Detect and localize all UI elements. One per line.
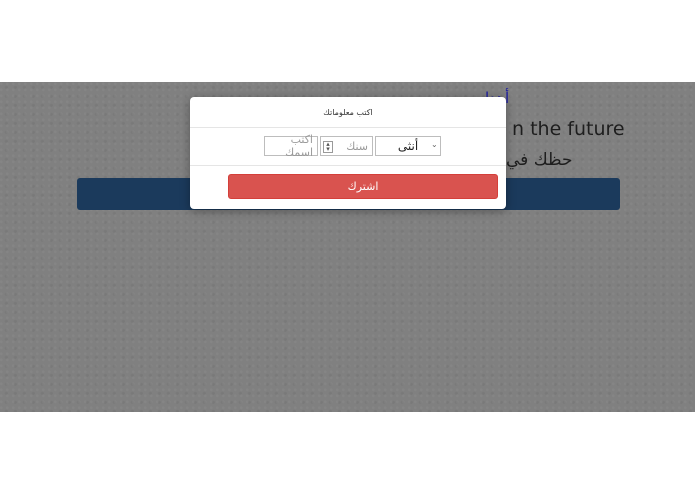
background-subheading: حظك في [506, 150, 573, 170]
age-input[interactable]: سنك ▴ ▾ [320, 136, 373, 156]
modal-footer: اشترك [190, 166, 506, 209]
gender-selected-value: أنثى [397, 139, 419, 153]
chevron-down-icon: ⌄ [431, 140, 438, 149]
gender-select[interactable]: أنثى ⌄ [375, 136, 441, 156]
modal-body: اكتب اسمك سنك ▴ ▾ أنثى ⌄ [190, 128, 506, 166]
signup-modal: اكتب معلوماتك اكتب اسمك سنك ▴ ▾ أنثى ⌄ اش… [190, 97, 506, 209]
name-input[interactable]: اكتب اسمك [264, 133, 318, 159]
modal-header: اكتب معلوماتك [190, 97, 506, 128]
page: أهدا n the future حظك في اكتب معلوماتك ا… [0, 0, 695, 494]
subscribe-button[interactable]: اشترك [228, 174, 498, 199]
modal-title: اكتب معلوماتك [323, 107, 373, 117]
background-heading: n the future [512, 118, 625, 140]
stepper-icon[interactable]: ▴ ▾ [323, 141, 333, 153]
age-placeholder: سنك [346, 139, 368, 153]
name-placeholder: اكتب اسمك [285, 133, 313, 159]
